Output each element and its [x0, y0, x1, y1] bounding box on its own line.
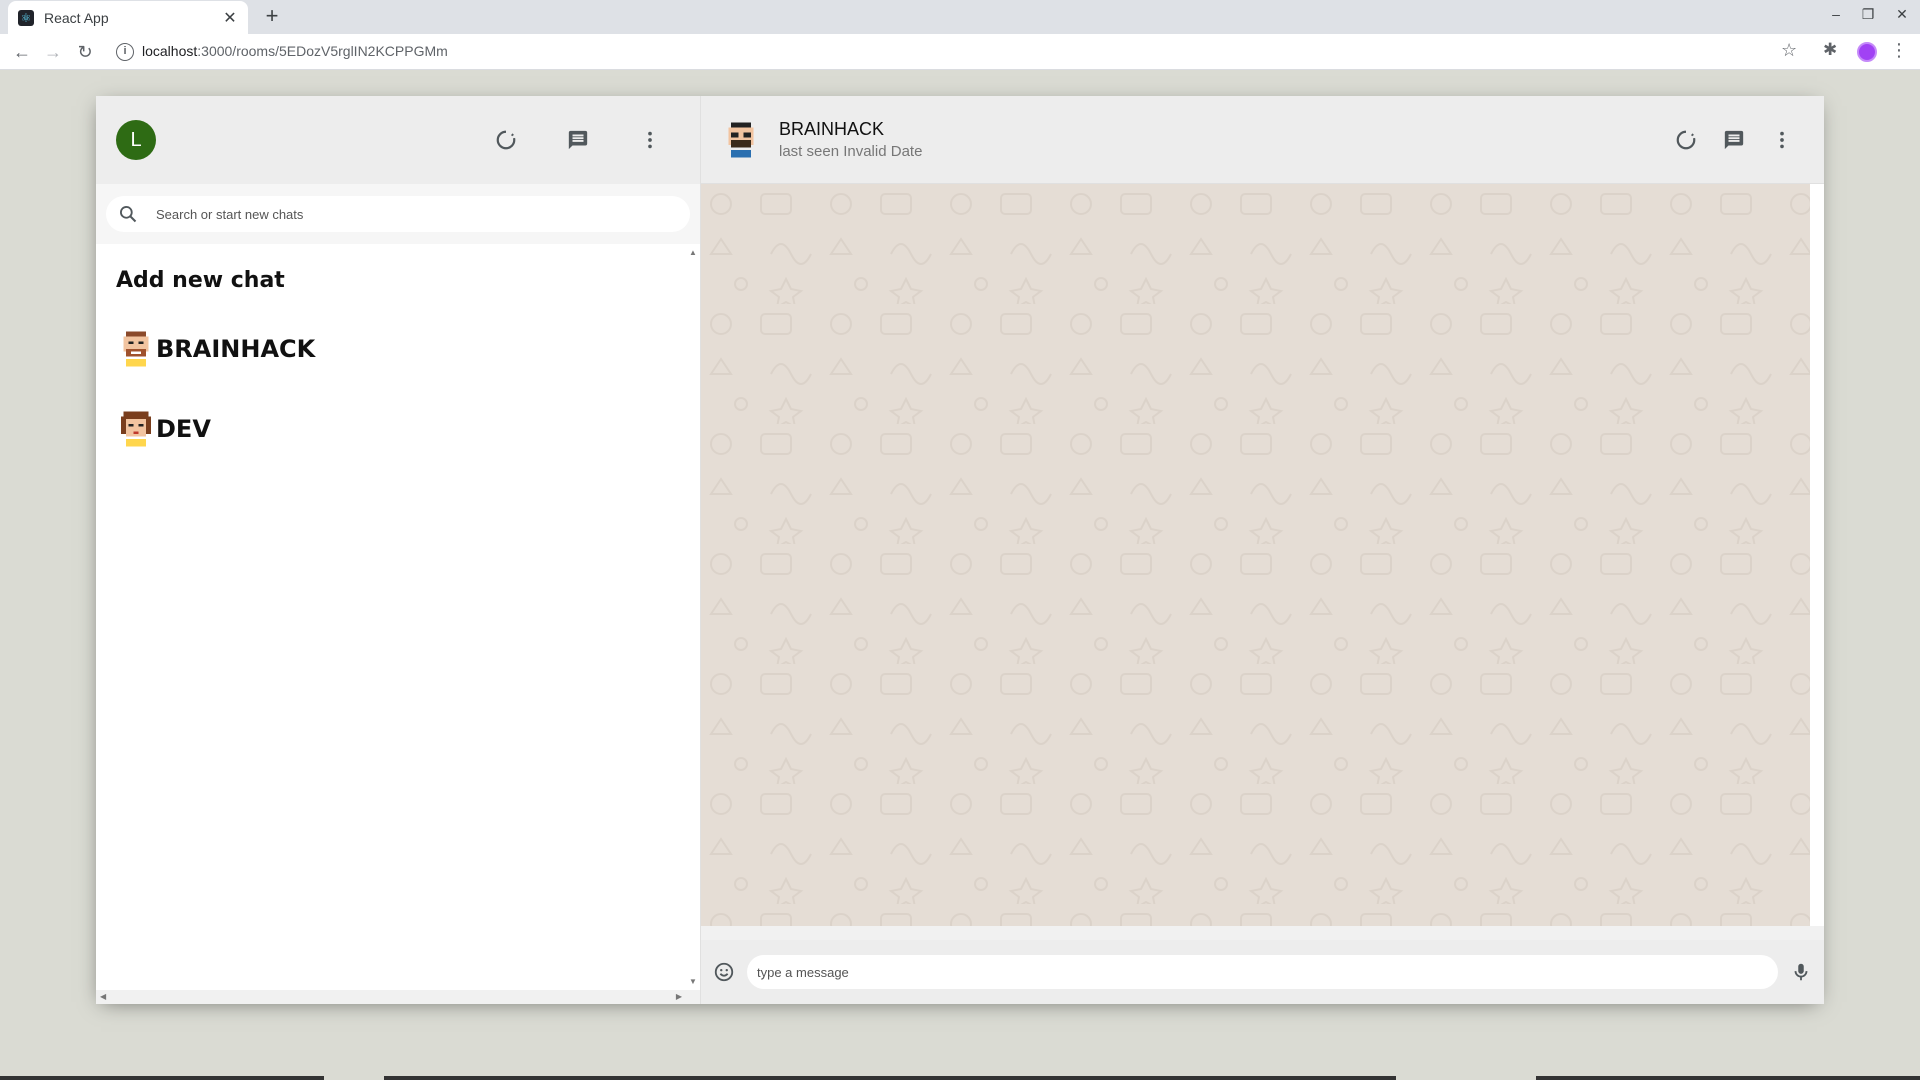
more-vert-icon[interactable] — [1760, 118, 1804, 162]
window-close-icon[interactable]: ✕ — [1892, 6, 1912, 23]
add-new-chat[interactable]: Add new chat — [116, 268, 680, 293]
taskbar-segment — [0, 1076, 324, 1080]
room-name: BRAINHACK — [156, 335, 316, 363]
chat-list: Add new chat BRAINHACK DEV ▲ ▼ ◀ ▶ — [96, 244, 700, 1004]
site-info-icon[interactable]: i — [116, 43, 134, 61]
more-vert-icon[interactable] — [628, 118, 672, 162]
chat-icon[interactable] — [1712, 118, 1756, 162]
sidebar: L Add new chat — [96, 96, 701, 1004]
message-input[interactable] — [747, 955, 1778, 989]
chat-room-avatar — [728, 122, 754, 157]
chat-panel: BRAINHACK last seen Invalid Date — [701, 96, 1824, 1004]
status-icon[interactable] — [484, 118, 528, 162]
chat-header: BRAINHACK last seen Invalid Date — [701, 96, 1824, 184]
room-avatar — [121, 411, 151, 447]
chat-background-pattern — [701, 184, 1824, 940]
browser-toolbar: ← → ↻ i localhost:3000/rooms/5EDozV5rglI… — [0, 34, 1920, 70]
url-host: localhost — [142, 43, 198, 59]
chat-list-scrollbar[interactable]: ▲ ▼ — [686, 244, 700, 1004]
chat-scrollbar[interactable] — [1810, 184, 1824, 926]
chat-list-hscrollbar[interactable]: ◀ ▶ — [96, 990, 700, 1004]
reload-icon[interactable]: ↻ — [73, 40, 97, 64]
emoji-icon[interactable] — [713, 961, 735, 983]
taskbar-segment — [1536, 1076, 1920, 1080]
browser-menu-icon[interactable]: ⋮ — [1890, 40, 1908, 61]
sidebar-header: L — [96, 96, 700, 184]
app-container: L Add new chat — [96, 96, 1824, 1004]
restore-icon[interactable]: ❐ — [1858, 6, 1878, 23]
tab-close-icon[interactable]: ✕ — [222, 8, 238, 28]
browser-tab-bar: ⚛ React App ✕ + – ❐ ✕ — [0, 0, 1920, 34]
chat-footer — [701, 940, 1824, 1004]
forward-icon[interactable]: → — [41, 40, 65, 64]
browser-tab[interactable]: ⚛ React App ✕ — [8, 1, 248, 34]
address-bar[interactable]: localhost:3000/rooms/5EDozV5rglIN2KCPPGM… — [142, 43, 448, 59]
room-avatar — [123, 331, 149, 367]
search-input[interactable] — [156, 206, 656, 222]
taskbar-segment — [384, 1076, 1396, 1080]
new-tab-button[interactable]: + — [260, 5, 284, 29]
room-name: DEV — [156, 415, 211, 443]
react-favicon-icon: ⚛ — [18, 9, 34, 26]
chat-hscrollbar[interactable] — [701, 926, 1824, 940]
chat-icon[interactable] — [556, 118, 600, 162]
url-path: :3000/rooms/5EDozV5rglIN2KCPPGMm — [197, 43, 448, 59]
search-box — [106, 196, 690, 232]
back-icon[interactable]: ← — [10, 40, 34, 64]
minimize-icon[interactable]: – — [1826, 6, 1846, 22]
search-icon — [120, 206, 137, 223]
mic-icon[interactable] — [1790, 961, 1812, 983]
profile-avatar-icon[interactable] — [1857, 42, 1877, 62]
room-item[interactable]: DEV — [116, 389, 680, 469]
tab-title: React App — [44, 9, 109, 26]
extensions-icon[interactable]: ✱ — [1823, 40, 1837, 60]
bookmark-star-icon[interactable]: ☆ — [1781, 40, 1797, 61]
last-seen: last seen Invalid Date — [779, 143, 923, 160]
chat-body[interactable] — [701, 184, 1824, 940]
chat-title: BRAINHACK — [779, 119, 885, 139]
user-avatar[interactable]: L — [116, 120, 156, 160]
room-item[interactable]: BRAINHACK — [116, 309, 680, 389]
search-container — [96, 184, 700, 244]
status-icon[interactable] — [1664, 118, 1708, 162]
